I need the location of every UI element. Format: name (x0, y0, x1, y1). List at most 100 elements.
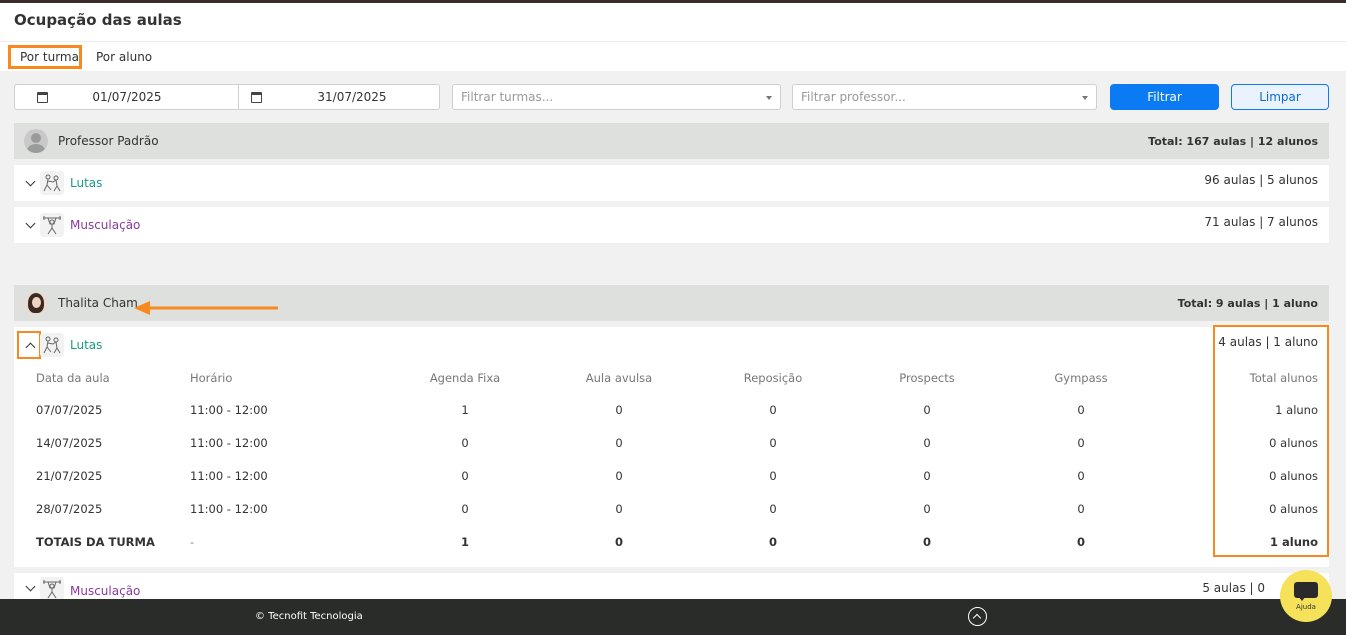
class-name-link[interactable]: Musculação (70, 218, 140, 232)
column-header: Gympass (1054, 371, 1108, 385)
table-cell: 28/07/2025 (36, 501, 103, 516)
table-cell: 14/07/2025 (36, 435, 103, 450)
class-row-lutas[interactable]: Lutas 96 aulas | 5 alunos (14, 165, 1329, 201)
date-range-picker: 01/07/2025 31/07/2025 (14, 84, 440, 110)
professor-name: Professor Padrão (58, 134, 159, 148)
professor-header: Professor Padrão Total: 167 aulas | 12 a… (14, 123, 1329, 159)
professor-total: Total: 9 aulas | 1 aluno (1177, 297, 1318, 310)
teacher-filter-select[interactable]: Filtrar professor... (792, 84, 1097, 110)
table-cell: 0 (1077, 402, 1085, 417)
column-header: Horário (190, 371, 233, 385)
class-occupancy-table: Data da aula Horário Agenda Fixa Aula av… (36, 363, 1318, 558)
copyright-text: © Tecnofit Tecnologia (255, 611, 363, 622)
column-header: Aula avulsa (585, 371, 653, 385)
table-cell: 07/07/2025 (36, 402, 103, 417)
table-cell: 1 (461, 402, 469, 417)
collapse-toggle-highlight[interactable] (17, 331, 41, 359)
table-cell: 0 (1077, 501, 1085, 516)
chevron-down-icon (766, 96, 772, 100)
professor-name: Thalita Cham (58, 296, 138, 310)
table-cell: 0 (768, 534, 777, 549)
class-name-link[interactable]: Lutas (70, 176, 102, 190)
annotation-arrow-icon (134, 301, 278, 315)
column-header: Agenda Fixa (429, 371, 501, 385)
table-header-row: Data da aula Horário Agenda Fixa Aula av… (36, 363, 1318, 393)
chevron-down-icon[interactable] (25, 218, 36, 229)
help-button[interactable]: Ajuda (1280, 570, 1332, 622)
scroll-top-icon[interactable] (968, 607, 987, 626)
date-start-field[interactable]: 01/07/2025 (15, 85, 239, 109)
help-label: Ajuda (1296, 603, 1316, 611)
class-total: 5 aulas | 0 (1202, 581, 1265, 595)
filter-button[interactable]: Filtrar (1110, 84, 1219, 110)
page-header: Ocupação das aulas (0, 3, 1346, 41)
class-total: 71 aulas | 7 alunos (1204, 215, 1318, 229)
table-cell: 11:00 - 12:00 (190, 468, 268, 483)
table-cell: 0 (923, 435, 931, 450)
table-cell: 0 (1077, 435, 1085, 450)
column-header: Data da aula (36, 371, 110, 385)
chevron-down-icon[interactable] (25, 176, 36, 187)
footer: © Tecnofit Tecnologia (0, 599, 1346, 635)
chat-bubble-icon (1294, 582, 1318, 601)
avatar (24, 291, 48, 315)
column-header: Reposição (743, 371, 803, 385)
weightlifting-icon (40, 577, 64, 601)
table-cell: - (190, 534, 195, 549)
class-name-link[interactable]: Musculação (70, 584, 140, 598)
table-cell: 0 (923, 402, 931, 417)
column-header: Prospects (899, 371, 955, 385)
martial-arts-icon (40, 171, 64, 195)
table-row: 28/07/2025 11:00 - 12:00 0 0 0 0 0 0 alunos (36, 492, 1318, 525)
classes-filter-select[interactable]: Filtrar turmas... (452, 84, 781, 110)
avatar (24, 129, 48, 153)
table-totals-row: TOTAIS DA TURMA -1 0 0 0 0 1 aluno (36, 525, 1318, 558)
date-start-value: 01/07/2025 (92, 90, 162, 104)
table-cell: 11:00 - 12:00 (190, 402, 268, 417)
tab-por-aluno[interactable]: Por aluno (96, 50, 152, 64)
date-end-field[interactable]: 31/07/2025 (239, 85, 439, 109)
page-title: Ocupação das aulas (14, 11, 182, 29)
total-column-highlight (1213, 325, 1329, 557)
table-cell: 0 (615, 435, 623, 450)
expanded-class-panel: Lutas 4 aulas | 1 aluno Data da aula Hor… (14, 325, 1329, 567)
tab-bar: Por turma Por aluno (0, 41, 1346, 71)
class-row-musculacao[interactable]: Musculação 71 aulas | 7 alunos (14, 207, 1329, 243)
table-cell: 0 (615, 402, 623, 417)
chevron-up-icon[interactable] (25, 342, 36, 353)
table-cell: 0 (614, 534, 623, 549)
class-name-link[interactable]: Lutas (70, 338, 102, 352)
table-cell: 0 (1077, 468, 1085, 483)
classes-filter-placeholder: Filtrar turmas... (461, 90, 554, 104)
table-cell: 11:00 - 12:00 (190, 435, 268, 450)
chevron-down-icon (1082, 96, 1088, 100)
table-cell: 1 (460, 534, 469, 549)
table-cell: 0 (923, 468, 931, 483)
class-total: 96 aulas | 5 alunos (1204, 173, 1318, 187)
table-cell: 0 (922, 534, 931, 549)
tab-por-turma[interactable]: Por turma (20, 50, 79, 64)
table-cell: 0 (769, 501, 777, 516)
chevron-down-icon[interactable] (25, 581, 36, 592)
table-cell: 0 (615, 468, 623, 483)
teacher-filter-placeholder: Filtrar professor... (801, 90, 906, 104)
table-cell: 0 (769, 435, 777, 450)
table-cell: 0 (923, 501, 931, 516)
weightlifting-icon (40, 213, 64, 237)
filter-bar: 01/07/2025 31/07/2025 Filtrar turmas... … (14, 84, 1329, 110)
table-cell: 0 (461, 501, 469, 516)
clear-button[interactable]: Limpar (1231, 84, 1329, 110)
table-cell: 0 (461, 435, 469, 450)
class-row-musculacao[interactable]: Musculação 5 aulas | 0 (14, 573, 1329, 601)
date-end-value: 31/07/2025 (317, 90, 387, 104)
table-cell: 0 (1076, 534, 1085, 549)
table-cell: 0 (769, 468, 777, 483)
table-cell: 0 (615, 501, 623, 516)
professor-total: Total: 167 aulas | 12 alunos (1148, 135, 1318, 148)
table-cell: TOTAIS DA TURMA (36, 534, 155, 549)
table-cell: 11:00 - 12:00 (190, 501, 268, 516)
table-cell: 0 (461, 468, 469, 483)
martial-arts-icon (40, 333, 64, 357)
table-cell: 0 (769, 402, 777, 417)
table-cell: 21/07/2025 (36, 468, 103, 483)
